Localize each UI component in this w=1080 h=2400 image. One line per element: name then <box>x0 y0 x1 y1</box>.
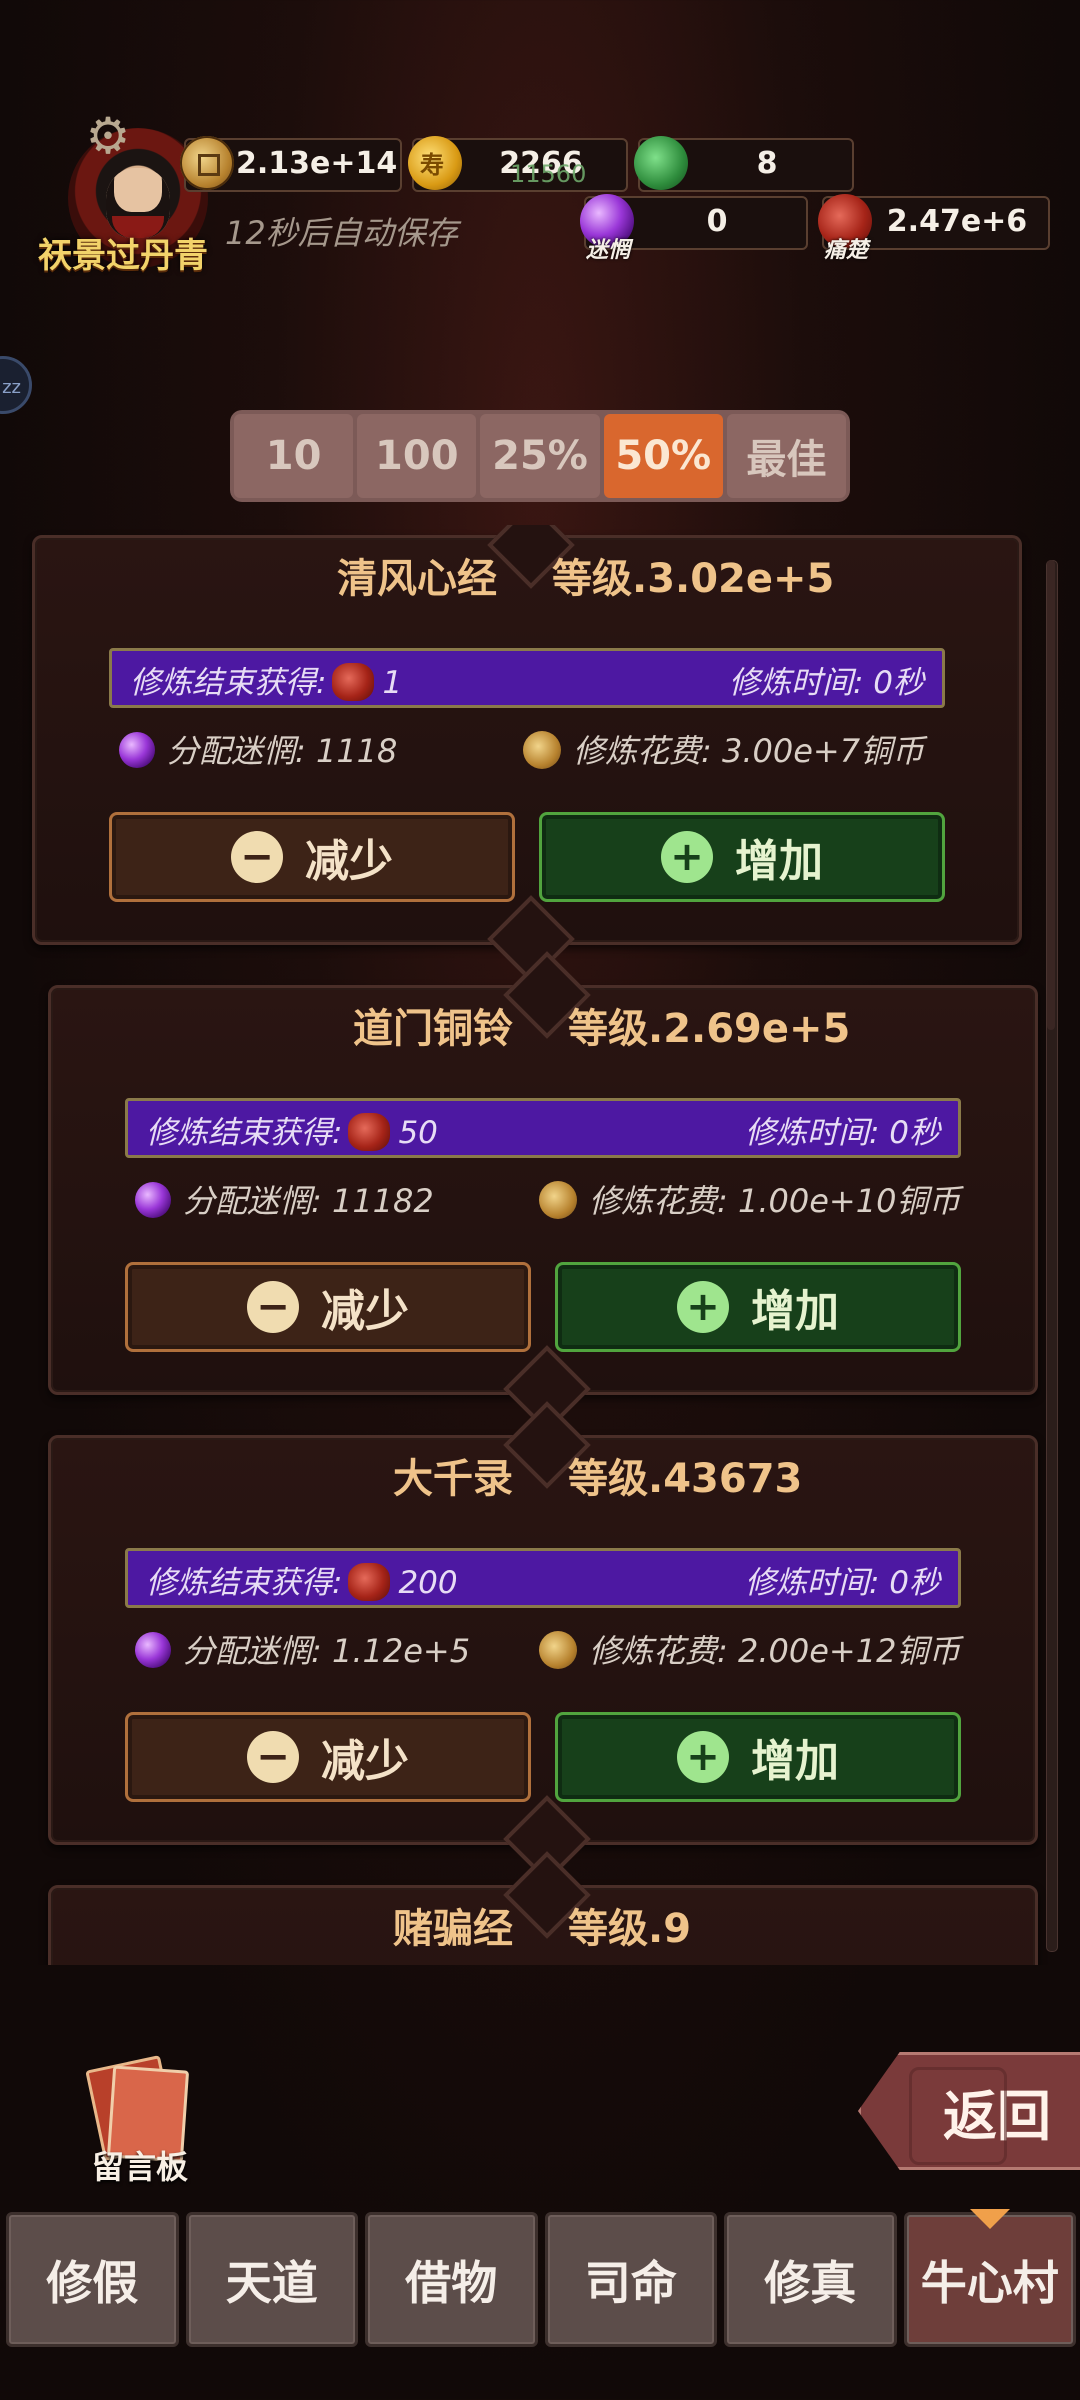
technique-level: 等级.43673 <box>568 1456 803 1502</box>
nav-item-jiewu[interactable]: 借物 <box>365 2212 538 2347</box>
decrease-button[interactable]: − 减少 <box>109 812 515 902</box>
jade-icon <box>634 136 688 190</box>
nav-item-xiuzhen[interactable]: 修真 <box>724 2212 897 2347</box>
reward-label: 修炼结束获得: <box>146 1565 343 1601</box>
reward-amount: 200 <box>398 1565 458 1601</box>
cost-row: 修炼花费: 3.00e+7铜币 <box>523 726 924 772</box>
multiplier-50pct[interactable]: 50% <box>603 414 723 498</box>
resource-copper: 2.13e+14 <box>180 136 402 192</box>
gear-icon[interactable]: ⚙ <box>80 108 136 164</box>
technique-card: 赌骗经 等级.9 <box>48 1851 1038 1965</box>
pain-gem-icon <box>348 1563 391 1601</box>
pain-label: 痛楚 <box>824 238 869 263</box>
player-avatar[interactable]: ⚙ 祆景过丹青 <box>28 108 218 278</box>
pain-gem-icon <box>332 663 375 701</box>
technique-name: 大千录 <box>393 1456 513 1502</box>
player-name: 祆景过丹青 <box>38 236 208 276</box>
reward-label: 修炼结束获得: <box>130 665 327 701</box>
technique-level: 等级.2.69e+5 <box>568 1006 851 1052</box>
message-board-button[interactable]: 留言板 <box>80 2055 200 2186</box>
allocated-row: 分配迷惘: 1.12e+5 <box>135 1626 470 1672</box>
nav-item-tiandao[interactable]: 天道 <box>185 2212 358 2347</box>
multiplier-100[interactable]: 100 <box>357 414 477 498</box>
reward-label: 修炼结束获得: <box>146 1115 343 1151</box>
nav-item-xiujia[interactable]: 修假 <box>6 2212 179 2347</box>
confusion-label: 迷惘 <box>586 238 631 263</box>
minus-icon: − <box>247 1281 299 1333</box>
plus-icon: + <box>677 1731 729 1783</box>
technique-level: 等级.9 <box>568 1906 692 1952</box>
plus-icon: + <box>677 1281 729 1333</box>
pain-gem-icon <box>348 1113 391 1151</box>
gold-coin-icon <box>408 136 462 190</box>
back-button[interactable]: 返回 <box>858 2052 1080 2170</box>
sleep-bubble[interactable]: zz <box>0 356 32 414</box>
technique-name: 赌骗经 <box>393 1906 513 1952</box>
purple-orb-icon <box>135 1632 171 1668</box>
minus-icon: − <box>247 1731 299 1783</box>
multiplier-10[interactable]: 10 <box>234 414 354 498</box>
back-ornament <box>909 2067 1007 2165</box>
floating-number: 11560 <box>510 160 587 188</box>
reward-bar: 修炼结束获得: 1 修炼时间: 0秒 <box>109 648 945 708</box>
multiplier-best[interactable]: 最佳 <box>726 414 847 498</box>
training-time: 修炼时间: 0秒 <box>744 1115 940 1151</box>
copper-coin-icon <box>539 1181 577 1219</box>
technique-list: 清风心经 等级.3.02e+5 修炼结束获得: 1 修炼时间: 0秒 分配迷惘: … <box>0 525 1080 1965</box>
technique-level: 等级.3.02e+5 <box>552 556 835 602</box>
decrease-button[interactable]: − 减少 <box>125 1712 531 1802</box>
cost-row: 修炼花费: 1.00e+10铜币 <box>539 1176 960 1222</box>
multiplier-tabs: 10 100 25% 50% 最佳 <box>230 410 850 502</box>
purple-orb-icon <box>135 1182 171 1218</box>
multiplier-25pct[interactable]: 25% <box>480 414 600 498</box>
increase-button[interactable]: + 增加 <box>555 1712 961 1802</box>
allocated-row: 分配迷惘: 11182 <box>135 1176 434 1222</box>
nav-item-siming[interactable]: 司命 <box>544 2212 717 2347</box>
cost-row: 修炼花费: 2.00e+12铜币 <box>539 1626 960 1672</box>
technique-card: 清风心经 等级.3.02e+5 修炼结束获得: 1 修炼时间: 0秒 分配迷惘: … <box>32 525 1022 983</box>
technique-card: 大千录 等级.43673 修炼结束获得: 200 修炼时间: 0秒 分配迷惘: 1… <box>48 1401 1038 1883</box>
copper-coin-icon <box>180 136 234 190</box>
resource-jade: 8 <box>634 136 854 192</box>
technique-card: 道门铜铃 等级.2.69e+5 修炼结束获得: 50 修炼时间: 0秒 分配迷惘:… <box>48 951 1038 1433</box>
decrease-button[interactable]: − 减少 <box>125 1262 531 1352</box>
reward-amount: 50 <box>398 1115 438 1151</box>
plus-icon: + <box>661 831 713 883</box>
autosave-status: 12秒后自动保存 <box>225 214 458 252</box>
resource-pain: 痛楚 2.47e+6 <box>818 194 1050 263</box>
copper-coin-icon <box>523 731 561 769</box>
technique-name: 清风心经 <box>337 556 497 602</box>
reward-bar: 修炼结束获得: 200 修炼时间: 0秒 <box>125 1548 961 1608</box>
technique-name: 道门铜铃 <box>353 1006 513 1052</box>
training-time: 修炼时间: 0秒 <box>728 665 924 701</box>
resource-confusion: 迷惘 0 <box>580 194 808 263</box>
allocated-row: 分配迷惘: 1118 <box>119 726 397 772</box>
minus-icon: − <box>231 831 283 883</box>
reward-amount: 1 <box>382 665 403 701</box>
active-indicator-icon <box>969 2209 1010 2229</box>
reward-bar: 修炼结束获得: 50 修炼时间: 0秒 <box>125 1098 961 1158</box>
copper-coin-icon <box>539 1631 577 1669</box>
training-time: 修炼时间: 0秒 <box>744 1565 940 1601</box>
increase-button[interactable]: + 增加 <box>539 812 945 902</box>
nav-item-niuxincun[interactable]: 牛心村 <box>903 2209 1076 2347</box>
bottom-nav: 修假 天道 借物 司命 修真 牛心村 <box>6 2209 1076 2347</box>
increase-button[interactable]: + 增加 <box>555 1262 961 1352</box>
purple-orb-icon <box>119 732 155 768</box>
